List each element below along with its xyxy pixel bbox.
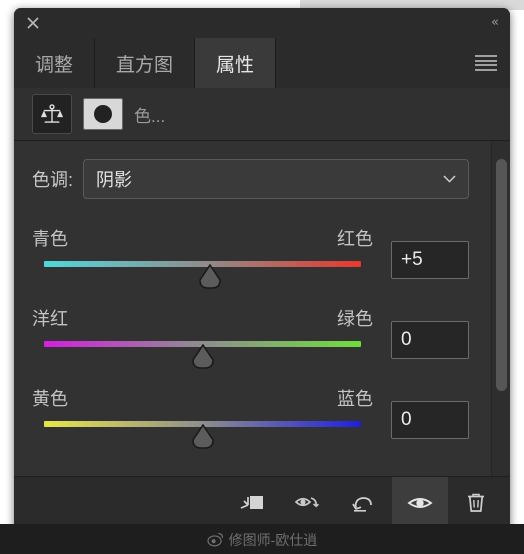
- delete-layer-button[interactable]: [448, 477, 504, 529]
- slider-magenta-green-value[interactable]: 0: [391, 321, 469, 359]
- clip-to-layer-button[interactable]: [224, 477, 280, 529]
- slider-magenta-green-thumb[interactable]: [191, 344, 215, 370]
- reset-button[interactable]: [336, 477, 392, 529]
- tab-properties[interactable]: 属性: [195, 38, 277, 88]
- chevron-down-icon: [443, 175, 456, 183]
- adjustment-header-strip: 色...: [14, 88, 510, 141]
- adjustment-title: 色...: [134, 106, 166, 126]
- vertical-scrollbar[interactable]: [491, 141, 510, 476]
- tab-properties-label: 属性: [216, 54, 255, 76]
- clip-to-layer-icon: [240, 496, 263, 509]
- scrollbar-track[interactable]: [495, 149, 507, 468]
- tab-adjustments-label: 调整: [35, 54, 74, 76]
- slider-cyan-red-track-wrap[interactable]: [32, 261, 373, 295]
- slider-cyan-red-right-label: 红色: [337, 229, 373, 249]
- hamburger-menu-icon[interactable]: [475, 55, 497, 71]
- slider-cyan-red-labels: 青色 红色: [32, 225, 373, 251]
- slider-magenta-green-left-label: 洋红: [32, 309, 68, 329]
- slider-cyan-red-value[interactable]: +5: [391, 241, 469, 279]
- tab-adjustments[interactable]: 调整: [14, 38, 96, 88]
- scrollbar-thumb[interactable]: [495, 158, 507, 392]
- slider-cyan-red: 青色 红色: [32, 225, 391, 295]
- backdrop-bottom-strip: [0, 524, 524, 554]
- panel-body: 色调: 阴影 青色 红色 +5 洋红 绿色 0 黄色 蓝色 0: [14, 141, 510, 476]
- panel-content: 色调: 阴影 青色 红色 +5 洋红 绿色 0 黄色 蓝色 0: [14, 141, 491, 476]
- slider-yellow-blue-right-label: 蓝色: [337, 389, 373, 409]
- tone-select-value: 阴影: [96, 170, 133, 190]
- slider-row-cyan-red: 青色 红色 +5: [14, 225, 491, 295]
- properties-panel: « 调整 直方图 属性 色... 色调: 阴影 青色 红色 +5 洋红 绿色 0…: [14, 8, 510, 529]
- eye-previous-state-icon: [295, 497, 319, 508]
- color-balance-scale-icon[interactable]: [32, 94, 72, 134]
- trash-icon: [468, 493, 484, 512]
- tone-row: 色调: 阴影: [14, 159, 491, 199]
- slider-cyan-red-value-text: +5: [401, 249, 423, 270]
- reset-arrow-icon: [352, 497, 372, 512]
- tone-label: 色调:: [32, 170, 74, 190]
- slider-row-yellow-blue: 黄色 蓝色 0: [14, 385, 491, 455]
- panel-titlebar: «: [14, 8, 510, 38]
- mask-dot: [94, 105, 112, 123]
- slider-yellow-blue-thumb[interactable]: [191, 424, 215, 450]
- slider-yellow-blue-value-text: 0: [401, 409, 412, 430]
- tone-select[interactable]: 阴影: [83, 159, 469, 199]
- tab-histogram[interactable]: 直方图: [95, 38, 196, 88]
- tab-histogram-label: 直方图: [116, 54, 174, 76]
- close-icon[interactable]: [25, 15, 41, 31]
- slider-magenta-green-value-text: 0: [401, 329, 412, 350]
- slider-row-magenta-green: 洋红 绿色 0: [14, 305, 491, 375]
- panel-bottom-toolbar: [14, 476, 510, 529]
- slider-magenta-green: 洋红 绿色: [32, 305, 391, 375]
- slider-magenta-green-labels: 洋红 绿色: [32, 305, 373, 331]
- eye-icon: [407, 498, 433, 508]
- slider-yellow-blue: 黄色 蓝色: [32, 385, 391, 455]
- slider-yellow-blue-value[interactable]: 0: [391, 401, 469, 439]
- slider-yellow-blue-track-wrap[interactable]: [32, 421, 373, 455]
- layer-mask-thumbnail-icon[interactable]: [83, 98, 123, 130]
- slider-yellow-blue-left-label: 黄色: [32, 389, 68, 409]
- slider-cyan-red-left-label: 青色: [32, 229, 68, 249]
- slider-magenta-green-track-wrap[interactable]: [32, 341, 373, 375]
- slider-yellow-blue-labels: 黄色 蓝色: [32, 385, 373, 411]
- toggle-layer-visibility-button[interactable]: [392, 477, 448, 529]
- collapse-panel-icon[interactable]: «: [491, 16, 499, 29]
- panel-tabbar: 调整 直方图 属性: [14, 38, 510, 88]
- slider-cyan-red-thumb[interactable]: [198, 264, 222, 290]
- slider-magenta-green-right-label: 绿色: [337, 309, 373, 329]
- view-previous-state-button[interactable]: [280, 477, 336, 529]
